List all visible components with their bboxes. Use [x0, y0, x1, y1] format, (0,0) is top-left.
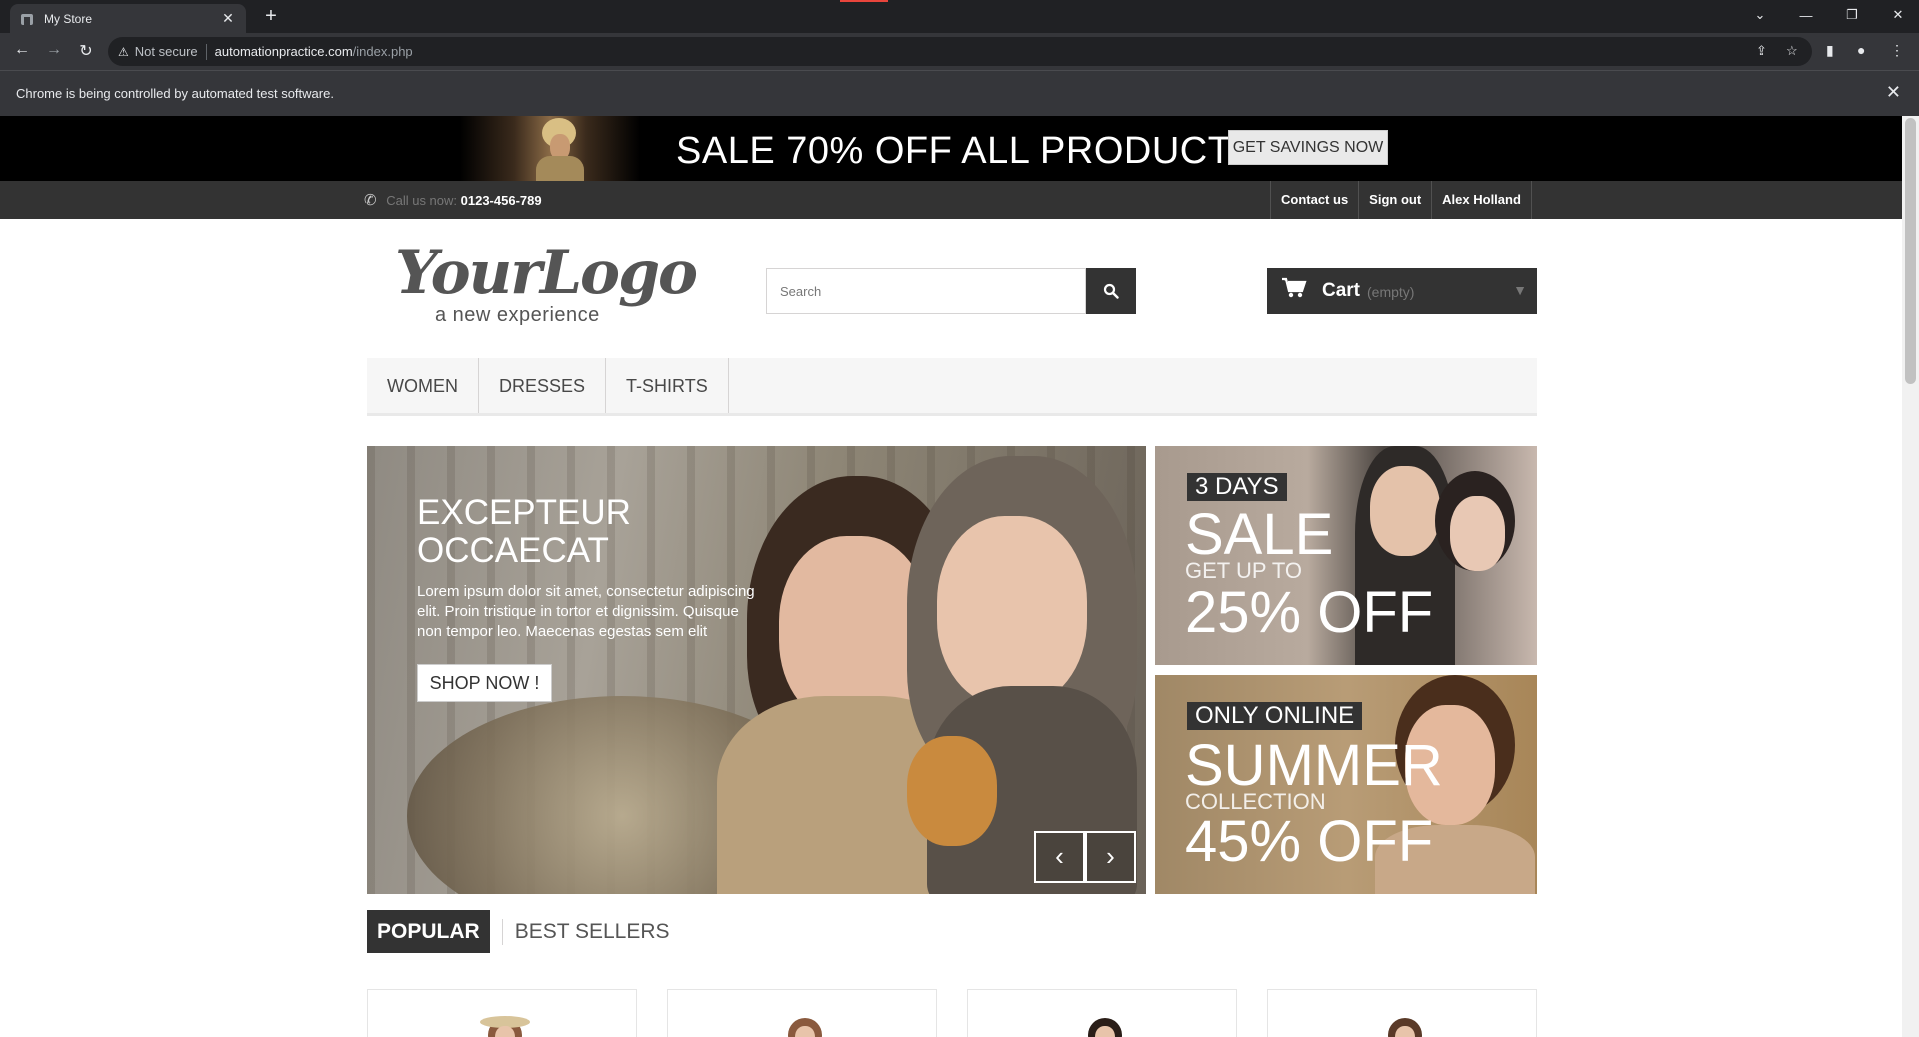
product-grid — [367, 989, 1537, 1037]
product-tabs: POPULAR BEST SELLERS — [367, 910, 670, 953]
phone-number: 0123-456-789 — [460, 193, 542, 208]
tab-title: My Store — [44, 11, 93, 26]
main-menu: WOMEN DRESSES T-SHIRTS — [367, 358, 1537, 416]
account-link[interactable]: Alex Holland — [1431, 181, 1532, 219]
menu-item-women[interactable]: WOMEN — [367, 358, 479, 413]
promo-big-text: SUMMER — [1185, 733, 1443, 798]
hero-mitten — [907, 736, 997, 846]
banner-headline: SALE 70% OFF ALL PRODUCTS — [676, 130, 1258, 172]
product-card[interactable] — [1267, 989, 1537, 1037]
infobar-message: Chrome is being controlled by automated … — [16, 86, 334, 101]
window-close-icon[interactable]: ✕ — [1875, 7, 1919, 23]
shop-now-button[interactable]: SHOP NOW ! — [417, 664, 552, 702]
top-nav: ✆ Call us now: 0123-456-789 Contact us S… — [0, 181, 1902, 219]
hero-body: Lorem ipsum dolor sit amet, consectetur … — [417, 583, 755, 640]
url-host[interactable]: automationpractice.com — [215, 44, 353, 59]
forward-icon[interactable]: → — [44, 41, 64, 59]
side-panel-icon[interactable]: ▮ — [1826, 42, 1834, 59]
window-controls: ⌄ — ❐ ✕ — [1737, 0, 1919, 30]
call-us: ✆ Call us now: 0123-456-789 — [364, 191, 542, 209]
search-input[interactable] — [766, 268, 1086, 314]
restore-icon[interactable]: ❐ — [1829, 7, 1875, 23]
menu-kebab-icon[interactable]: ⋮ — [1890, 42, 1904, 59]
promo-tag: ONLY ONLINE — [1187, 702, 1363, 730]
call-label: Call us now: — [386, 193, 458, 208]
tab-best-sellers[interactable]: BEST SELLERS — [515, 920, 670, 944]
automation-infobar: Chrome is being controlled by automated … — [0, 70, 1919, 116]
banner-model-body — [536, 156, 584, 181]
cart-button[interactable]: Cart (empty) ▼ — [1267, 268, 1537, 314]
cart-caret-icon: ▼ — [1513, 282, 1527, 298]
browser-toolbar: ← → ↻ ⚠ Not secure automationpractice.co… — [0, 33, 1919, 70]
cart-icon — [1281, 277, 1307, 305]
header-links: Contact us Sign out Alex Holland — [1270, 181, 1532, 219]
logo-tagline: a new experience — [435, 304, 600, 326]
tab-search-icon[interactable]: ⌄ — [1737, 7, 1783, 23]
banner-model-image — [460, 116, 640, 181]
page-viewport: SALE 70% OFF ALL PRODUCTS GET SAVINGS NO… — [0, 116, 1902, 1037]
browser-tab[interactable]: My Store ✕ — [10, 4, 246, 33]
cart-status: (empty) — [1367, 284, 1415, 300]
scrollbar-thumb[interactable] — [1905, 118, 1916, 384]
promo-man-face — [1370, 466, 1440, 556]
back-icon[interactable]: ← — [12, 41, 32, 59]
product-card[interactable] — [367, 989, 637, 1037]
new-tab-icon[interactable]: + — [260, 5, 282, 28]
tab-popular[interactable]: POPULAR — [367, 910, 490, 953]
hero-model2-face — [937, 516, 1087, 706]
minimize-icon[interactable]: — — [1783, 8, 1829, 23]
browser-tab-strip: My Store ✕ + ⌄ — ❐ ✕ — [0, 0, 1919, 33]
cart-label: Cart — [1322, 280, 1361, 301]
tab-divider — [501, 918, 503, 945]
sign-out-link[interactable]: Sign out — [1358, 181, 1431, 219]
promo-banner-sale[interactable]: 3 DAYS SALE GET UP TO 25% OFF — [1155, 446, 1537, 665]
promo-woman-face — [1450, 496, 1505, 571]
bookmark-star-icon[interactable]: ☆ — [1786, 43, 1798, 59]
search-box — [766, 268, 1136, 314]
sale-banner[interactable]: SALE 70% OFF ALL PRODUCTS GET SAVINGS NO… — [0, 116, 1902, 181]
phone-icon: ✆ — [364, 192, 377, 209]
address-bar[interactable]: ⚠ Not secure automationpractice.com /ind… — [108, 37, 1812, 66]
slider-prev-icon[interactable]: ‹ — [1034, 831, 1085, 883]
slider-next-icon[interactable]: › — [1085, 831, 1136, 883]
reload-icon[interactable]: ↻ — [76, 41, 96, 61]
promo-discount: 25% OFF — [1185, 580, 1434, 645]
warning-icon[interactable]: ⚠ — [118, 45, 129, 59]
page-scrollbar[interactable] — [1902, 116, 1919, 1037]
promo-tag: 3 DAYS — [1187, 473, 1287, 501]
tab-close-icon[interactable]: ✕ — [220, 10, 236, 27]
product-card[interactable] — [967, 989, 1237, 1037]
recording-indicator — [840, 0, 888, 2]
profile-icon[interactable]: ● — [1857, 42, 1865, 58]
search-icon — [1103, 283, 1119, 299]
product-card[interactable] — [667, 989, 937, 1037]
infobar-close-icon[interactable]: ✕ — [1886, 82, 1901, 103]
url-path[interactable]: /index.php — [353, 44, 413, 59]
address-divider — [205, 43, 207, 60]
menu-item-tshirts[interactable]: T-SHIRTS — [606, 358, 729, 413]
logo-wordmark: YourLogo — [395, 238, 698, 308]
search-button[interactable] — [1086, 268, 1136, 314]
store-logo[interactable]: YourLogo a new experience — [395, 238, 698, 334]
promo-banner-summer[interactable]: ONLY ONLINE SUMMER COLLECTION 45% OFF — [1155, 675, 1537, 894]
hero-slider[interactable]: EXCEPTEUR OCCAECAT Lorem ipsum dolor sit… — [367, 446, 1146, 894]
promo-big-text: SALE — [1185, 502, 1334, 567]
share-icon[interactable]: ⇪ — [1756, 43, 1767, 59]
security-label[interactable]: Not secure — [135, 44, 198, 59]
promo-discount: 45% OFF — [1185, 809, 1434, 874]
hero-title: EXCEPTEUR OCCAECAT — [417, 493, 631, 570]
contact-us-link[interactable]: Contact us — [1270, 181, 1358, 219]
slider-controls: ‹ › — [1034, 831, 1136, 883]
menu-item-dresses[interactable]: DRESSES — [479, 358, 607, 413]
get-savings-button[interactable]: GET SAVINGS NOW — [1228, 130, 1388, 165]
store-favicon-icon — [21, 13, 33, 25]
